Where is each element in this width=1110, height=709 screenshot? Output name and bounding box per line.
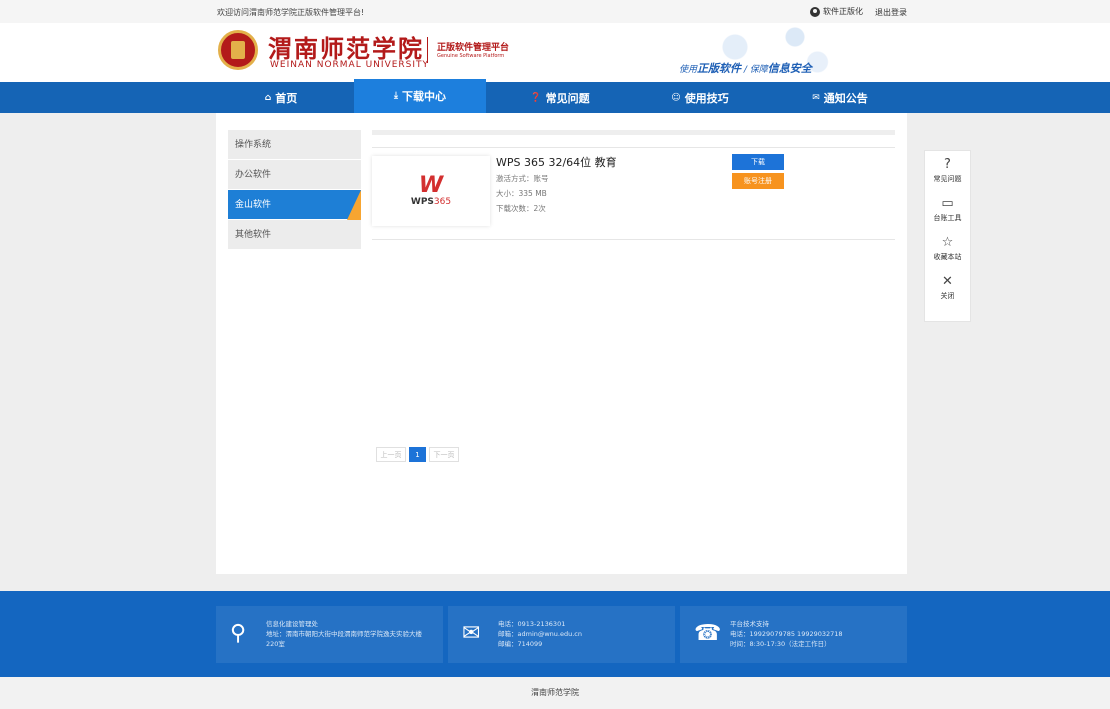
tips-icon: ☺ xyxy=(671,92,681,103)
logo-divider xyxy=(427,37,428,63)
download-count: 下载次数：2次 xyxy=(496,204,546,213)
footer-address-box: ⚲ 信息化建设管理处 地址：渭南市朝阳大街中段渭南师范学院逸夫实验大楼 220室 xyxy=(216,606,443,663)
question-icon: ❓ xyxy=(530,92,542,103)
location-pin-icon: ⚲ xyxy=(230,621,247,646)
float-label: 常见问题 xyxy=(933,175,962,183)
software-list: W WPS365 WPS 365 32/64位 教育 激活方式：账号 大小：33… xyxy=(372,130,895,240)
float-close[interactable]: ✕ 关闭 xyxy=(925,268,970,307)
site-footer: ⚲ 信息化建设管理处 地址：渭南市朝阳大街中段渭南师范学院逸夫实验大楼 220室… xyxy=(0,591,1110,677)
site-header: 渭南师范学院 WEINAN NORMAL UNIVERSITY 正版软件管理平台… xyxy=(0,23,1110,82)
file-size: 大小：335 MB xyxy=(496,189,547,198)
wps-logo-icon: W xyxy=(418,173,444,198)
logout-link[interactable]: 退出登录 xyxy=(875,7,907,18)
software-thumbnail[interactable]: W WPS365 xyxy=(372,156,490,226)
nav-label: 常见问题 xyxy=(545,91,590,105)
download-icon: ⤓ xyxy=(394,91,398,101)
float-ledger-tool[interactable]: ▭ 台账工具 xyxy=(925,190,970,229)
float-bookmark[interactable]: ☆ 收藏本站 xyxy=(925,229,970,268)
float-label: 关闭 xyxy=(940,292,955,300)
pagination: 上一页 1 下一页 xyxy=(376,447,459,462)
next-page-button[interactable]: 下一页 xyxy=(429,447,459,462)
float-faq[interactable]: ? 常见问题 xyxy=(925,151,970,190)
category-os[interactable]: 操作系统 xyxy=(228,130,361,160)
software-title[interactable]: WPS 365 32/64位 教育 xyxy=(496,154,617,170)
nav-notice[interactable]: ✉ 通知公告 xyxy=(774,82,906,113)
mail-icon: ✉ xyxy=(462,621,481,646)
list-header-bar xyxy=(372,130,895,135)
nav-label: 使用技巧 xyxy=(684,91,729,105)
star-icon: ☆ xyxy=(941,235,954,250)
home-icon: ⌂ xyxy=(264,92,272,103)
user-icon xyxy=(810,6,820,17)
category-office[interactable]: 办公软件 xyxy=(228,160,361,190)
school-name-en: WEINAN NORMAL UNIVERSITY xyxy=(270,60,430,70)
software-card: W WPS365 WPS 365 32/64位 教育 激活方式：账号 大小：33… xyxy=(372,152,895,240)
headset-icon: ☎ xyxy=(694,621,722,646)
category-other[interactable]: 其他软件 xyxy=(228,220,361,250)
monitor-icon: ▭ xyxy=(941,196,954,211)
footer-support-box: ☎ 平台技术支持 电话：19929079785 19929032718 时间：8… xyxy=(680,606,907,663)
float-label: 收藏本站 xyxy=(933,253,962,261)
float-label: 台账工具 xyxy=(933,214,962,222)
platform-name-en: Genuine Software Platform xyxy=(437,53,505,59)
divider xyxy=(372,147,895,148)
register-account-button[interactable]: 账号注册 xyxy=(732,173,784,189)
top-bar: 欢迎访问渭南师范学院正版软件管理平台! 软件正版化 退出登录 xyxy=(0,0,1110,23)
nav-label: 通知公告 xyxy=(823,91,868,105)
help-circle-icon: ? xyxy=(944,157,951,172)
main-panel: 操作系统 办公软件 金山软件 其他软件 W WPS365 WPS 365 32/… xyxy=(216,113,907,574)
close-icon: ✕ xyxy=(942,274,953,289)
footer-contact-box: ✉ 电话：0913-2136301 邮箱：admin@wnu.edu.cn 邮编… xyxy=(448,606,675,663)
nav-home[interactable]: ⌂ 首页 xyxy=(215,82,347,113)
main-nav: ⌂ 首页 ⤓ 下载中心 ❓ 常见问题 ☺ 使用技巧 ✉ 通知公告 xyxy=(0,79,1110,113)
category-menu: 操作系统 办公软件 金山软件 其他软件 xyxy=(228,130,361,250)
activation-method: 激活方式：账号 xyxy=(496,174,549,183)
category-kingsoft[interactable]: 金山软件 xyxy=(228,190,361,220)
wps-logo-text: WPS365 xyxy=(410,197,452,207)
nav-label: 首页 xyxy=(275,91,298,105)
nav-download-center[interactable]: ⤓ 下载中心 xyxy=(354,79,486,113)
nav-faq[interactable]: ❓ 常见问题 xyxy=(494,82,626,113)
school-emblem-icon[interactable] xyxy=(218,30,258,70)
page-1-button[interactable]: 1 xyxy=(409,447,426,462)
footer-address-text: 信息化建设管理处 地址：渭南市朝阳大街中段渭南师范学院逸夫实验大楼 220室 xyxy=(266,620,422,648)
copyright-bar: 渭南师范学院 xyxy=(0,677,1110,709)
welcome-text: 欢迎访问渭南师范学院正版软件管理平台! xyxy=(217,8,365,17)
nav-tips[interactable]: ☺ 使用技巧 xyxy=(634,82,766,113)
platform-name-cn: 正版软件管理平台 xyxy=(437,43,510,53)
slogan: 使用正版软件 / 保障信息安全 xyxy=(679,62,812,75)
footer-support-text: 平台技术支持 电话：19929079785 19929032718 时间：8:3… xyxy=(730,620,843,648)
user-menu[interactable]: 软件正版化 xyxy=(810,6,863,17)
nav-label: 下载中心 xyxy=(401,90,446,103)
floating-toolbar: ? 常见问题 ▭ 台账工具 ☆ 收藏本站 ✕ 关闭 xyxy=(924,150,971,322)
download-button[interactable]: 下载 xyxy=(732,154,784,170)
school-name-cn[interactable]: 渭南师范学院 xyxy=(268,29,424,64)
footer-contact-text: 电话：0913-2136301 邮箱：admin@wnu.edu.cn 邮编：7… xyxy=(498,620,582,648)
notice-icon: ✉ xyxy=(812,92,820,103)
user-name[interactable]: 软件正版化 xyxy=(823,6,863,17)
prev-page-button[interactable]: 上一页 xyxy=(376,447,406,462)
